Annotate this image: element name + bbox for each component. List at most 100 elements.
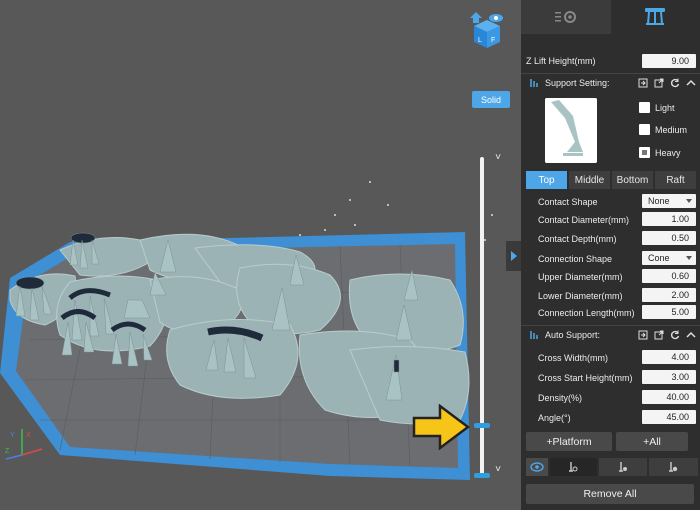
preset-light-checkbox[interactable]	[639, 102, 650, 113]
refresh-icon[interactable]	[670, 330, 680, 340]
tab-raft[interactable]: Raft	[655, 171, 696, 189]
layer-slider-up-arrow[interactable]: ˅	[492, 152, 504, 164]
support-preview-image	[545, 98, 597, 163]
tool-add-support[interactable]	[549, 458, 598, 476]
tab-slice-settings[interactable]	[521, 0, 611, 34]
support-small-icon	[530, 78, 538, 87]
svg-text:Y: Y	[10, 432, 15, 439]
tool-visibility[interactable]	[526, 458, 548, 476]
tool-add-support-alt[interactable]	[599, 458, 647, 476]
settings-panel: Z Lift Height(mm) 9.00 Support Setting: …	[521, 0, 700, 510]
cross-start-height-row: Cross Start Height(mm) 3.00	[521, 370, 700, 385]
contact-shape-label: Contact Shape	[538, 196, 598, 207]
cross-width-row: Cross Width(mm) 4.00	[521, 350, 700, 365]
connection-length-input[interactable]: 5.00	[642, 305, 696, 319]
tool-remove-support[interactable]	[648, 458, 698, 476]
contact-depth-input[interactable]: 0.50	[642, 231, 696, 245]
preset-heavy-label: Heavy	[655, 147, 681, 158]
support-small-icon	[530, 330, 538, 339]
connection-length-label: Connection Length(mm)	[538, 307, 635, 318]
upper-diameter-label: Upper Diameter(mm)	[538, 271, 623, 282]
contact-diameter-row: Contact Diameter(mm) 1.00	[521, 212, 700, 227]
contact-diameter-label: Contact Diameter(mm)	[538, 214, 630, 225]
cross-start-height-input[interactable]: 3.00	[642, 370, 696, 384]
lower-diameter-row: Lower Diameter(mm) 2.00	[521, 288, 700, 303]
export-icon[interactable]	[654, 78, 664, 88]
cross-start-height-label: Cross Start Height(mm)	[538, 372, 633, 383]
support-tool-tabs	[526, 458, 698, 476]
svg-text:F: F	[491, 37, 495, 44]
density-input[interactable]: 40.00	[642, 390, 696, 404]
cross-width-label: Cross Width(mm)	[538, 352, 608, 363]
layer-slider-track[interactable]	[480, 157, 484, 477]
tab-middle[interactable]: Middle	[569, 171, 610, 189]
connection-shape-select[interactable]: Cone	[642, 251, 696, 265]
lower-diameter-input[interactable]: 2.00	[642, 288, 696, 302]
preset-medium-label: Medium	[655, 124, 688, 135]
auto-support-title: Auto Support:	[545, 329, 601, 340]
contact-shape-row: Contact Shape None	[521, 194, 700, 209]
density-row: Density(%) 40.00	[521, 390, 700, 405]
axis-gizmo-icon: X Y Z	[5, 429, 43, 460]
import-icon[interactable]	[638, 78, 648, 88]
angle-label: Angle(°)	[538, 412, 571, 423]
gear-sliders-icon	[554, 11, 576, 23]
remove-support-icon	[669, 462, 678, 472]
collapse-panel-button[interactable]	[506, 241, 521, 271]
pointer-arrow-annotation	[412, 404, 470, 450]
contact-depth-row: Contact Depth(mm) 0.50	[521, 231, 700, 246]
tab-supports[interactable]	[610, 0, 700, 34]
add-support-icon	[569, 462, 578, 472]
refresh-icon[interactable]	[670, 78, 680, 88]
upper-diameter-input[interactable]: 0.60	[642, 269, 696, 283]
add-all-support-button[interactable]: +All	[616, 432, 688, 451]
preset-medium[interactable]: Medium	[639, 124, 687, 135]
panel-tabs	[521, 0, 700, 34]
z-lift-row: Z Lift Height(mm) 9.00	[521, 53, 700, 69]
preset-light-label: Light	[655, 102, 675, 113]
chevron-up-icon[interactable]	[686, 78, 696, 88]
layer-slider-upper-handle[interactable]	[474, 423, 490, 428]
add-platform-support-button[interactable]: +Platform	[526, 432, 612, 451]
3d-viewport[interactable]: L F Solid ˅ ˅ X Y Z	[0, 0, 521, 510]
svg-text:X: X	[26, 432, 31, 439]
auto-support-actions	[638, 326, 696, 344]
dropdown-caret-icon	[686, 256, 692, 260]
z-lift-label: Z Lift Height(mm)	[526, 56, 596, 66]
angle-input[interactable]: 45.00	[642, 410, 696, 424]
connection-length-row: Connection Length(mm) 5.00	[521, 305, 700, 320]
chevron-right-icon	[510, 251, 517, 261]
chevron-up-icon[interactable]	[686, 330, 696, 340]
svg-text:Z: Z	[5, 448, 10, 455]
solid-view-toggle[interactable]: Solid	[472, 91, 510, 108]
view-cube-icon[interactable]: L F	[470, 12, 504, 52]
support-setting-actions	[638, 74, 696, 92]
support-setting-title: Support Setting:	[545, 77, 610, 88]
preset-light[interactable]: Light	[639, 102, 675, 113]
dropdown-caret-icon	[686, 199, 692, 203]
remove-all-button[interactable]: Remove All	[526, 484, 694, 504]
export-icon[interactable]	[654, 330, 664, 340]
z-lift-input[interactable]: 9.00	[642, 54, 696, 68]
auto-support-header: Auto Support:	[521, 325, 700, 343]
support-tree-icon	[645, 8, 666, 25]
lower-diameter-label: Lower Diameter(mm)	[538, 290, 623, 301]
contact-shape-select[interactable]: None	[642, 194, 696, 208]
tab-top[interactable]: Top	[526, 171, 567, 189]
preset-medium-checkbox[interactable]	[639, 124, 650, 135]
support-setting-header: Support Setting:	[521, 73, 700, 91]
cross-width-input[interactable]: 4.00	[642, 350, 696, 364]
connection-shape-label: Connection Shape	[538, 253, 613, 264]
contact-shape-value: None	[648, 196, 670, 206]
contact-depth-label: Contact Depth(mm)	[538, 233, 617, 244]
support-points	[299, 181, 493, 241]
tab-bottom[interactable]: Bottom	[612, 171, 653, 189]
preset-heavy-checkbox[interactable]	[639, 147, 650, 158]
contact-diameter-input[interactable]: 1.00	[642, 212, 696, 226]
connection-shape-row: Connection Shape Cone	[521, 251, 700, 266]
layer-slider-lower-handle[interactable]	[474, 473, 490, 478]
preset-heavy[interactable]: Heavy	[639, 147, 681, 158]
svg-text:L: L	[478, 37, 482, 44]
layer-slider-down-arrow[interactable]: ˅	[492, 464, 504, 476]
import-icon[interactable]	[638, 330, 648, 340]
